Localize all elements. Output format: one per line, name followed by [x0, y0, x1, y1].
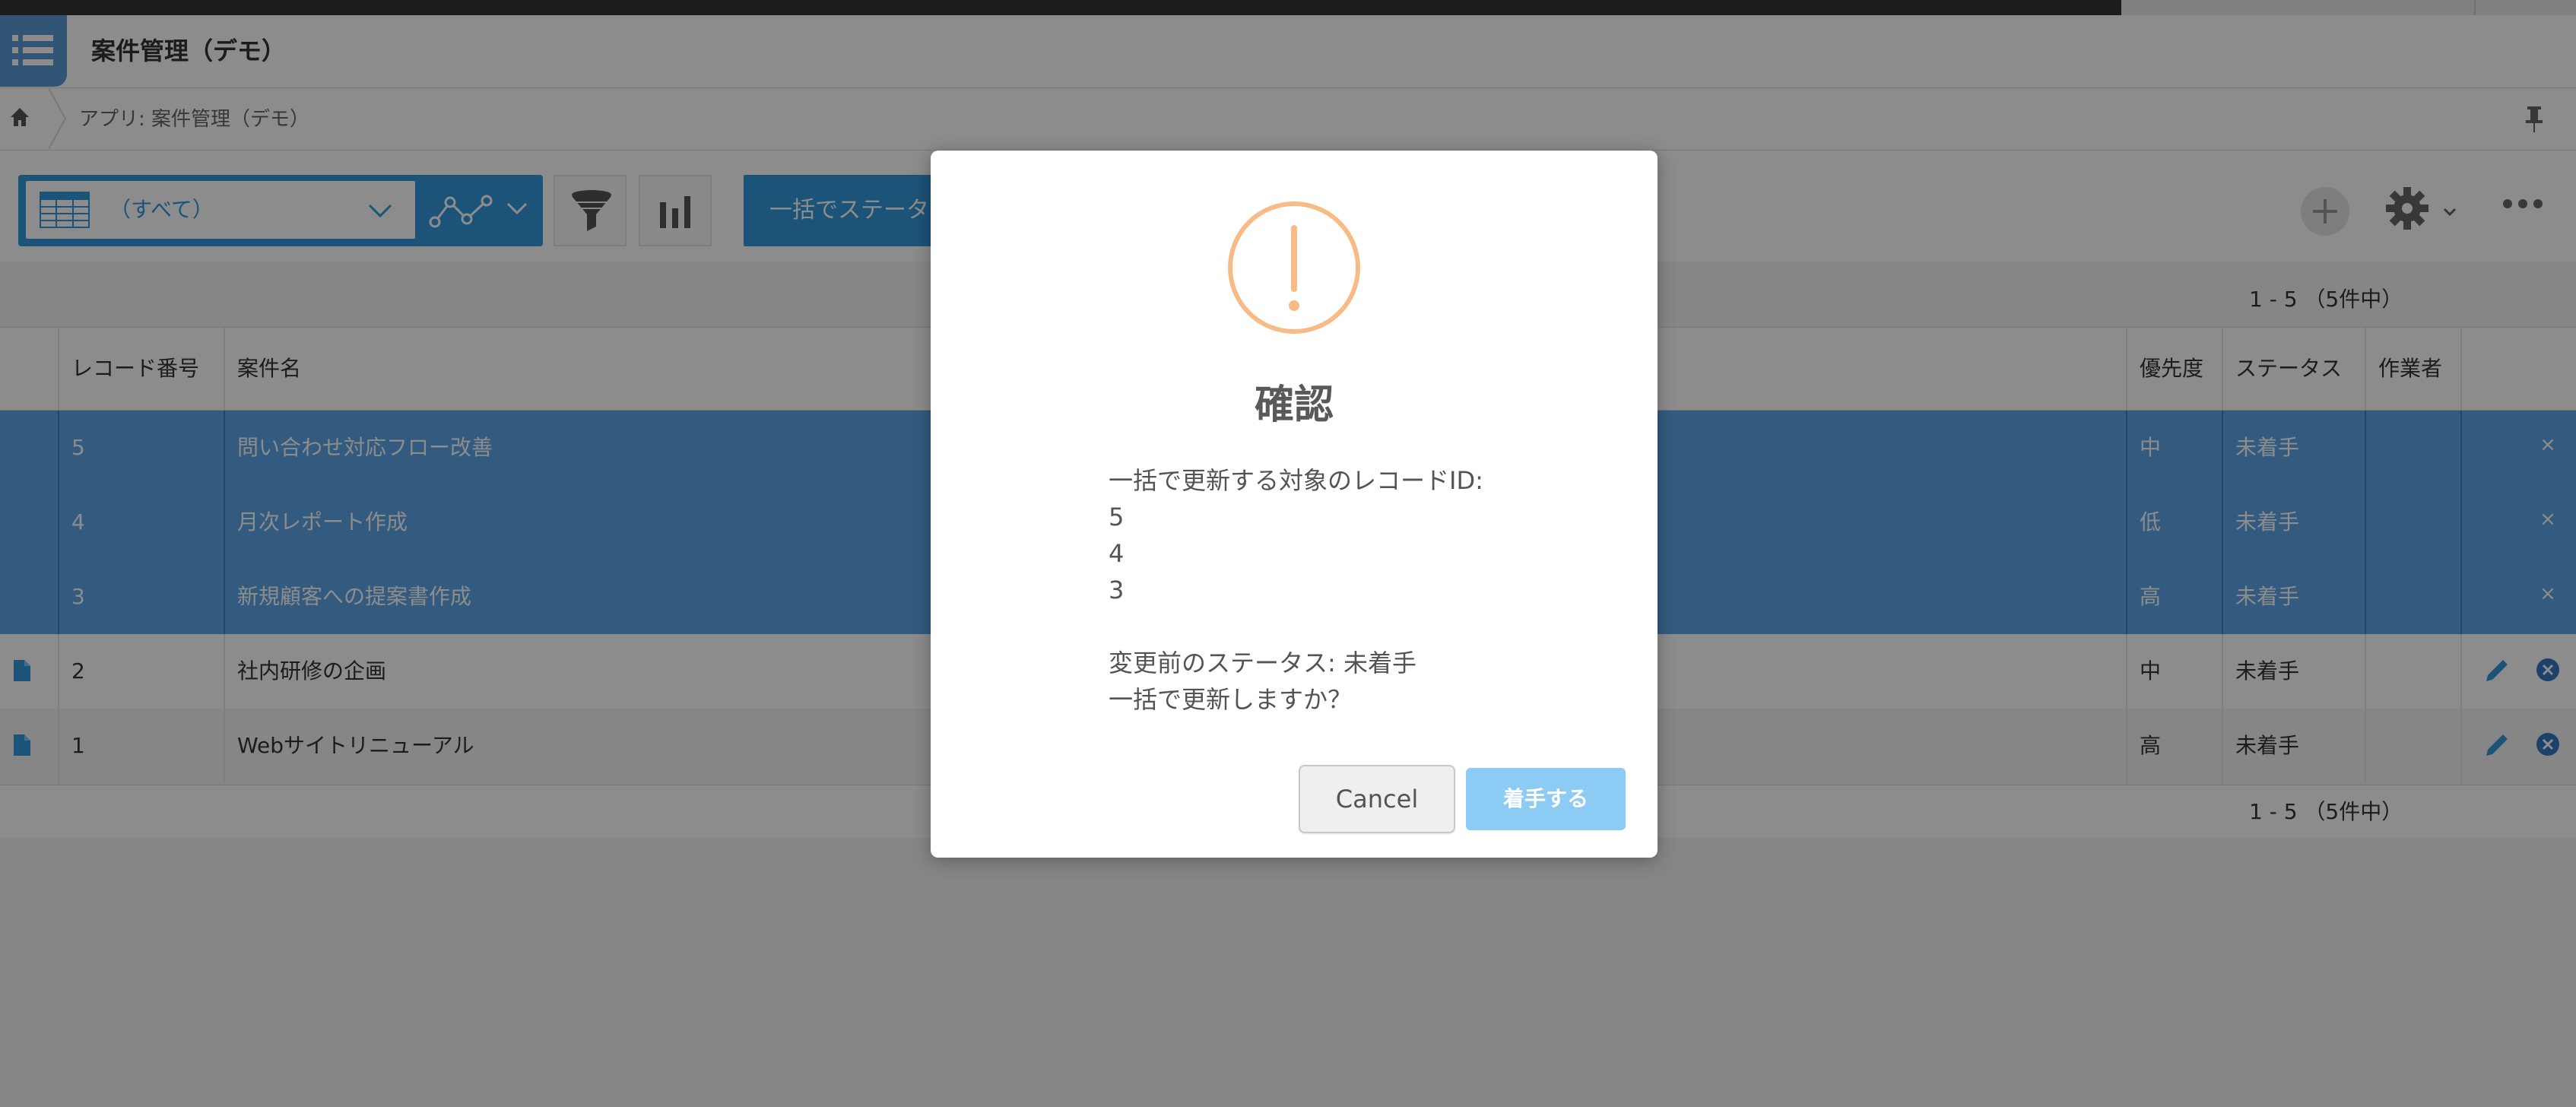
- dialog-line: [1109, 608, 1565, 645]
- dialog-title: 確認: [1254, 382, 1334, 428]
- dialog-line: 変更前のステータス: 未着手: [1109, 649, 1416, 677]
- confirm-dialog: 確認 一括で更新する対象のレコードID: 5 4 3 変更前のステータス: 未着…: [931, 151, 1658, 858]
- confirm-button[interactable]: 着手する: [1466, 768, 1626, 830]
- dialog-line: 5: [1109, 503, 1125, 531]
- dialog-message: 一括で更新する対象のレコードID: 5 4 3 変更前のステータス: 未着手 一…: [1109, 462, 1565, 718]
- dialog-line: 4: [1109, 539, 1125, 568]
- dialog-line: 一括で更新しますか？: [1109, 685, 1353, 714]
- dialog-line: 3: [1109, 576, 1125, 604]
- cancel-button[interactable]: Cancel: [1299, 765, 1455, 833]
- warning-icon: [1228, 201, 1360, 334]
- dialog-line: 一括で更新する対象のレコードID:: [1109, 466, 1483, 495]
